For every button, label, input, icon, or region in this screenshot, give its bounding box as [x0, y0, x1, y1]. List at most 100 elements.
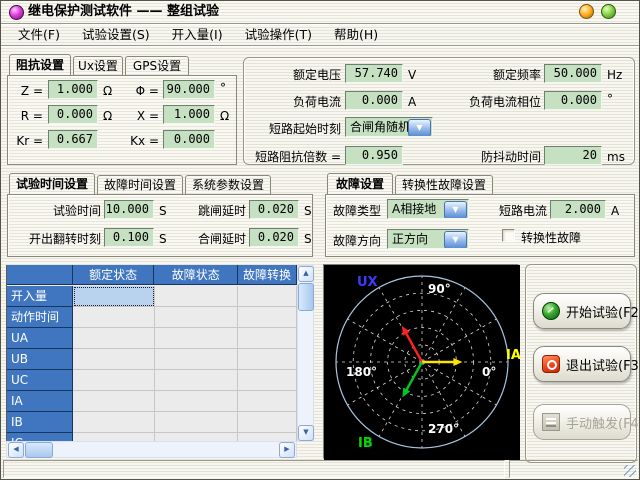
load-current-input[interactable]: 0.000 [345, 91, 403, 110]
short-current-input[interactable]: 2.000 [550, 200, 606, 219]
fault-direction-dropdown[interactable]: 正方向 ▼ [387, 229, 469, 249]
x-input[interactable]: 1.000 [163, 105, 215, 124]
table-row-header-2[interactable]: UA [7, 328, 73, 349]
manual-trigger-button[interactable]: 手动触发(F4) [533, 404, 631, 440]
exit-test-button[interactable]: 退出试验(F3) [533, 346, 631, 382]
minimize-button[interactable] [579, 4, 594, 19]
load-current-phase-input[interactable]: 0.000 [544, 91, 602, 110]
fault-tab-0[interactable]: 故障设置 [327, 173, 393, 194]
table-cell[interactable] [155, 412, 239, 433]
impedance-tab-0[interactable]: 阻抗设置 [9, 54, 71, 75]
phi-input[interactable]: 90.000 [163, 80, 215, 99]
chevron-down-icon[interactable]: ▼ [408, 119, 431, 137]
convert-fault-checkbox[interactable] [502, 229, 515, 242]
start-test-button[interactable]: 开始试验(F2) [533, 293, 631, 329]
short-start-dropdown[interactable]: 合闸角随机 ▼ [345, 117, 433, 137]
table-cell[interactable] [155, 433, 239, 441]
short-current-unit: A [611, 203, 619, 219]
table-cell[interactable] [73, 286, 155, 307]
kr-input[interactable]: 0.667 [48, 130, 98, 149]
r-input[interactable]: 0.000 [48, 105, 98, 124]
fault-tab-1[interactable]: 转换性故障设置 [395, 175, 493, 194]
table-cell[interactable] [155, 391, 239, 412]
table-cell[interactable] [238, 349, 297, 370]
rated-voltage-label: 额定电压 [271, 67, 341, 83]
table-row-header-0[interactable]: 开入量 [7, 286, 73, 307]
divider [1, 46, 639, 47]
table-cell[interactable] [238, 412, 297, 433]
resize-grip[interactable] [624, 465, 636, 477]
table-row-header-7[interactable]: IC [7, 433, 73, 441]
table-cell[interactable] [238, 328, 297, 349]
table-row-header-3[interactable]: UB [7, 349, 73, 370]
table-cell[interactable] [73, 433, 155, 441]
table-col-header-2[interactable]: 故障转换 [238, 265, 297, 285]
table-row-header-5[interactable]: IA [7, 391, 73, 412]
vscroll-thumb[interactable] [298, 283, 314, 311]
table-col-header-0[interactable]: 额定状态 [73, 265, 155, 285]
phasor-diagram: 90°180°0°270°UXIAIB [323, 264, 519, 459]
title-bar[interactable]: 继电保护测试软件 —— 整组试验 [1, 1, 639, 23]
chevron-down-icon[interactable]: ▼ [444, 201, 467, 219]
close-delay-input[interactable]: 0.020 [249, 228, 299, 247]
z-input[interactable]: 1.000 [48, 80, 98, 99]
table-row-header-4[interactable]: UC [7, 370, 73, 391]
table-col-header-1[interactable]: 故障状态 [154, 265, 238, 285]
table-cell[interactable] [155, 370, 239, 391]
table-row: IB [7, 412, 297, 433]
rated-voltage-input[interactable]: 57.740 [345, 64, 403, 83]
table-cell[interactable] [238, 307, 297, 328]
menu-item-file[interactable]: 文件(F) [7, 25, 71, 45]
close-button[interactable] [601, 4, 616, 19]
impedance-multiple-input[interactable]: 0.950 [345, 146, 403, 165]
scroll-down-icon[interactable]: ▼ [298, 425, 314, 441]
time-tab-1[interactable]: 故障时间设置 [97, 175, 183, 194]
table-cell[interactable] [155, 307, 239, 328]
table-cell[interactable] [73, 328, 155, 349]
table-row: UA [7, 328, 297, 349]
rated-freq-label: 额定频率 [481, 67, 541, 83]
table-cell[interactable] [155, 349, 239, 370]
chevron-down-icon[interactable]: ▼ [444, 231, 467, 249]
close-delay-unit: S [304, 231, 312, 247]
table-hscrollbar[interactable]: ◀ ▶ [6, 441, 297, 458]
table-row: UB [7, 349, 297, 370]
menu-item-binary-input[interactable]: 开入量(I) [161, 25, 234, 45]
flip-time-input[interactable]: 0.100 [104, 228, 154, 247]
phi-label: Φ = [127, 83, 159, 99]
table-row-header-1[interactable]: 动作时间 [7, 307, 73, 328]
scroll-up-icon[interactable]: ▲ [298, 266, 314, 282]
table-cell[interactable] [238, 433, 297, 441]
kx-input[interactable]: 0.000 [163, 130, 215, 149]
table-cell[interactable] [73, 412, 155, 433]
impedance-tab-1[interactable]: Ux设置 [73, 56, 123, 75]
menu-item-test-operation[interactable]: 试验操作(T) [234, 25, 323, 45]
impedance-tabbar: 阻抗设置Ux设置GPS设置 [5, 54, 239, 76]
table-cell[interactable] [73, 307, 155, 328]
table-cell[interactable] [73, 370, 155, 391]
table-cell[interactable] [73, 391, 155, 412]
scroll-left-icon[interactable]: ◀ [8, 442, 24, 458]
x-unit: Ω [220, 108, 229, 124]
trip-delay-input[interactable]: 0.020 [249, 200, 299, 219]
time-tab-2[interactable]: 系统参数设置 [185, 175, 271, 194]
menu-item-help[interactable]: 帮助(H) [323, 25, 389, 45]
app-window: 继电保护测试软件 —— 整组试验 文件(F)试验设置(S)开入量(I)试验操作(… [0, 0, 640, 480]
rated-freq-input[interactable]: 50.000 [544, 64, 602, 83]
time-tab-0[interactable]: 试验时间设置 [9, 173, 95, 194]
menu-item-test-settings[interactable]: 试验设置(S) [71, 25, 161, 45]
table-cell[interactable] [238, 391, 297, 412]
impedance-tab-2[interactable]: GPS设置 [125, 56, 189, 75]
test-time-input[interactable]: 10.000 [104, 200, 154, 219]
anti-shake-input[interactable]: 20 [544, 146, 602, 165]
table-row-header-6[interactable]: IB [7, 412, 73, 433]
table-cell[interactable] [238, 370, 297, 391]
table-cell[interactable] [238, 286, 297, 307]
fault-type-dropdown[interactable]: A相接地 ▼ [387, 199, 469, 219]
table-cell[interactable] [73, 349, 155, 370]
table-cell[interactable] [155, 286, 239, 307]
scroll-right-icon[interactable]: ▶ [279, 442, 295, 458]
table-vscrollbar[interactable]: ▲ ▼ [297, 265, 314, 441]
table-cell[interactable] [155, 328, 239, 349]
hscroll-thumb[interactable] [25, 442, 53, 458]
